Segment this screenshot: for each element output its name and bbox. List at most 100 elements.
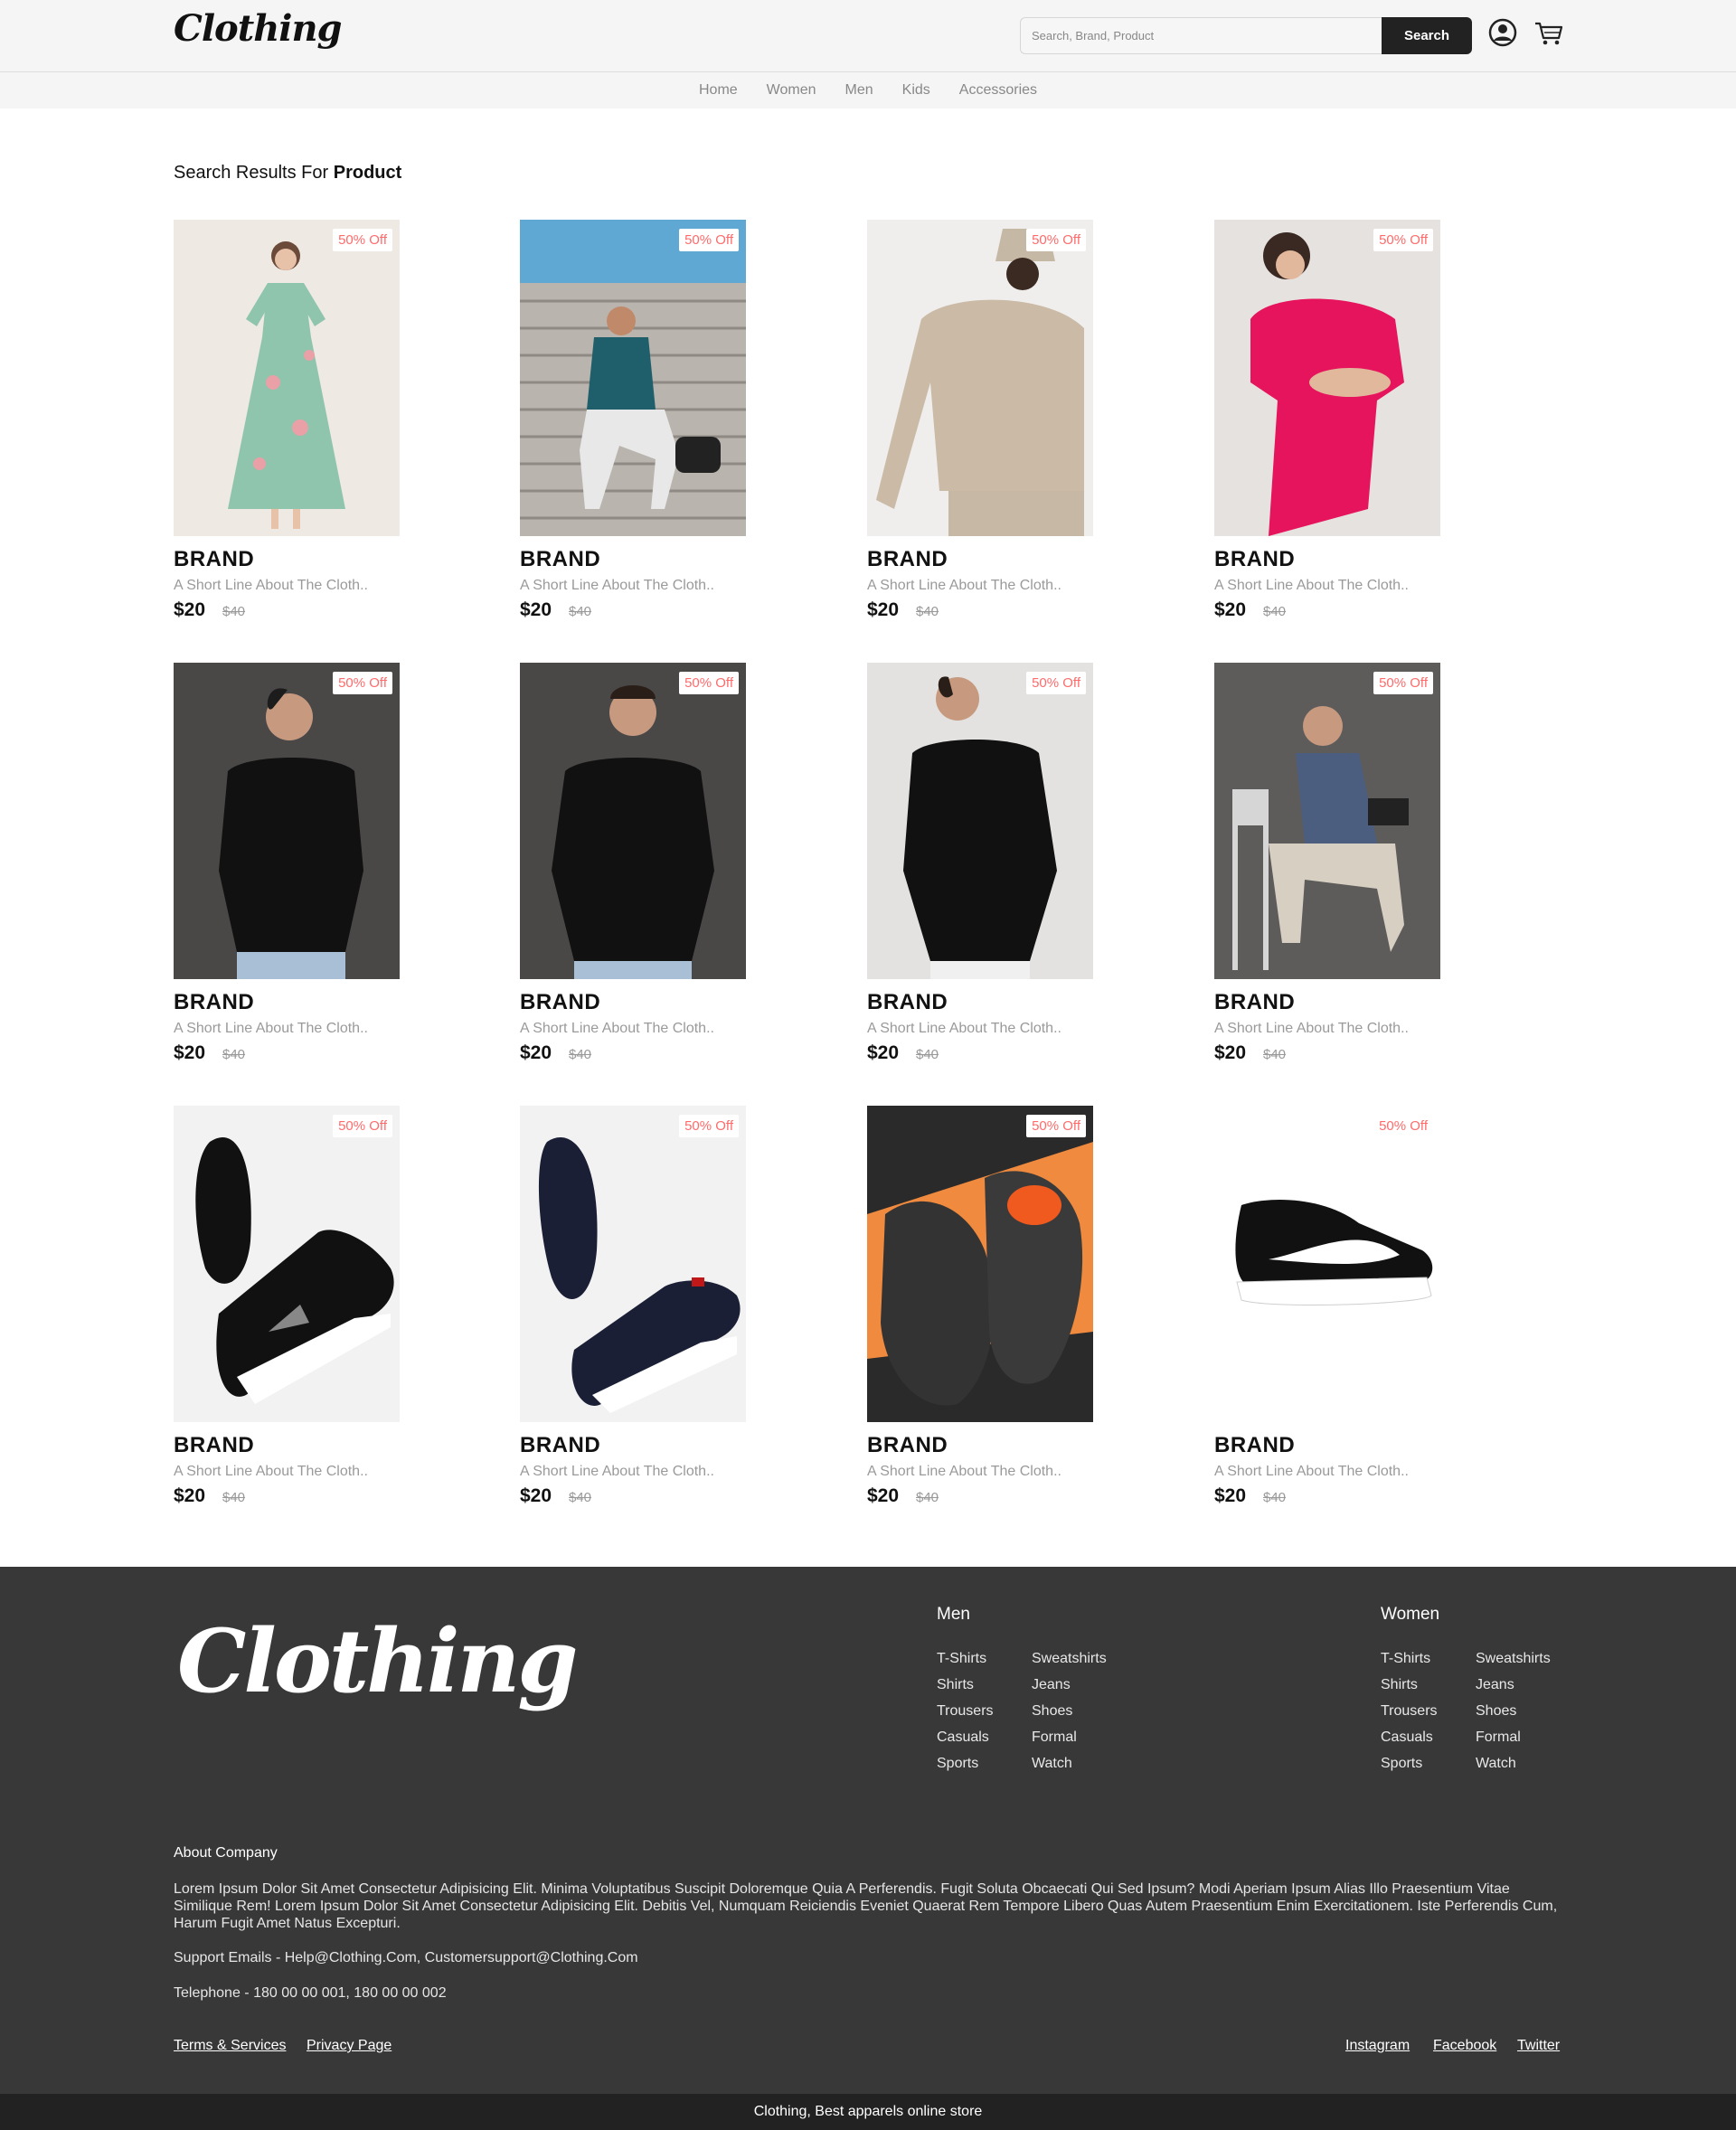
product-card[interactable]: 50% Off BRAND A Short Line About The Clo… [867,663,1093,1063]
site-logo[interactable]: Clothing [174,7,343,50]
product-old-price: $40 [569,604,592,619]
footer-link[interactable]: Shirts [937,1677,994,1703]
product-description: A Short Line About The Cloth.. [1214,1464,1409,1479]
product-old-price: $40 [1263,1490,1287,1505]
product-card[interactable]: 50% Off BRAND A Short Line About The Clo… [867,1106,1093,1506]
discount-badge: 50% Off [333,672,392,694]
footer-link[interactable]: Formal [1032,1729,1107,1756]
footer-link[interactable]: Watch [1032,1756,1107,1782]
product-image[interactable] [1214,220,1440,536]
product-old-price: $40 [916,1490,939,1505]
product-brand[interactable]: BRAND [174,1433,254,1458]
cart-icon[interactable] [1533,20,1564,47]
about-title: About Company [174,1845,278,1861]
footer-link[interactable]: Jeans [1032,1677,1107,1703]
product-old-price: $40 [1263,1047,1287,1062]
search-input[interactable] [1020,17,1382,54]
product-brand[interactable]: BRAND [1214,1433,1295,1458]
footer-women-list-1: T-Shirts Shirts Trousers Casuals Sports [1381,1651,1438,1782]
product-brand[interactable]: BRAND [520,1433,600,1458]
facebook-link[interactable]: Facebook [1433,2038,1496,2054]
product-card[interactable]: 50% Off BRAND A Short Line About The Clo… [1214,663,1440,1063]
discount-badge: 50% Off [1373,229,1433,251]
nav-accessories[interactable]: Accessories [959,82,1037,99]
product-card[interactable]: 50% Off BRAND A Short Line About The Clo… [1214,1106,1440,1506]
footer-link[interactable]: Sports [1381,1756,1438,1782]
nav-women[interactable]: Women [767,82,816,99]
footer-logo[interactable]: Clothing [177,1610,578,1712]
site-header: Clothing Search [0,0,1736,72]
product-brand[interactable]: BRAND [174,547,254,572]
product-image[interactable] [174,663,400,979]
product-card[interactable]: 50% Off BRAND A Short Line About The Clo… [174,220,400,620]
site-footer: Clothing Men T-Shirts Shirts Trousers Ca… [0,1567,1736,2094]
product-price: $20 [867,1042,900,1063]
footer-link[interactable]: Sweatshirts [1032,1651,1107,1677]
terms-link[interactable]: Terms & Services [174,2038,286,2054]
twitter-link[interactable]: Twitter [1517,2038,1560,2054]
nav-men[interactable]: Men [845,82,873,99]
product-brand[interactable]: BRAND [1214,547,1295,572]
product-description: A Short Line About The Cloth.. [867,1021,1061,1036]
instagram-link[interactable]: Instagram [1345,2038,1410,2054]
product-image[interactable] [1214,663,1440,979]
footer-men-title: Men [937,1605,970,1624]
footer-women-list-2: Sweatshirts Jeans Shoes Formal Watch [1476,1651,1551,1782]
footer-link[interactable]: Jeans [1476,1677,1551,1703]
discount-badge: 50% Off [1373,672,1433,694]
footer-link[interactable]: Trousers [937,1703,994,1729]
product-brand[interactable]: BRAND [174,990,254,1015]
user-icon[interactable] [1488,18,1517,47]
product-image[interactable] [520,220,746,536]
footer-link[interactable]: Shoes [1032,1703,1107,1729]
search-button[interactable]: Search [1382,17,1472,54]
nav-kids[interactable]: Kids [902,82,930,99]
product-image[interactable] [174,220,400,536]
product-brand[interactable]: BRAND [867,1433,948,1458]
product-brand[interactable]: BRAND [520,547,600,572]
footer-link[interactable]: T-Shirts [1381,1651,1438,1677]
product-brand[interactable]: BRAND [1214,990,1295,1015]
footer-link[interactable]: Trousers [1381,1703,1438,1729]
footer-link[interactable]: Sweatshirts [1476,1651,1551,1677]
product-card[interactable]: 50% Off BRAND A Short Line About The Clo… [520,663,746,1063]
discount-badge: 50% Off [1026,1115,1086,1137]
support-emails: Support Emails - Help@Clothing.Com, Cust… [174,1950,638,1965]
product-brand[interactable]: BRAND [867,990,948,1015]
product-price: $20 [867,599,900,620]
product-card[interactable]: 50% Off BRAND A Short Line About The Clo… [1214,220,1440,620]
product-image[interactable] [867,1106,1093,1422]
footer-link[interactable]: Sports [937,1756,994,1782]
product-image[interactable] [867,220,1093,536]
footer-link[interactable]: Shirts [1381,1677,1438,1703]
footer-link[interactable]: Shoes [1476,1703,1551,1729]
product-description: A Short Line About The Cloth.. [520,1464,714,1479]
product-card[interactable]: 50% Off BRAND A Short Line About The Clo… [520,1106,746,1506]
product-brand[interactable]: BRAND [867,547,948,572]
privacy-link[interactable]: Privacy Page [307,2038,392,2054]
product-image[interactable] [520,1106,746,1422]
results-prefix: Search Results For [174,163,329,183]
product-old-price: $40 [222,604,246,619]
product-image[interactable] [867,663,1093,979]
footer-link[interactable]: T-Shirts [937,1651,994,1677]
product-old-price: $40 [222,1047,246,1062]
product-old-price: $40 [916,1047,939,1062]
product-card[interactable]: 50% Off BRAND A Short Line About The Clo… [520,220,746,620]
nav-home[interactable]: Home [699,82,738,99]
product-brand[interactable]: BRAND [520,990,600,1015]
product-description: A Short Line About The Cloth.. [867,1464,1061,1479]
product-price: $20 [1214,599,1247,620]
product-image[interactable] [1214,1106,1440,1422]
product-card[interactable]: 50% Off BRAND A Short Line About The Clo… [174,663,400,1063]
product-image[interactable] [520,663,746,979]
product-description: A Short Line About The Cloth.. [1214,1021,1409,1036]
footer-link[interactable]: Formal [1476,1729,1551,1756]
product-image[interactable] [174,1106,400,1422]
product-old-price: $40 [1263,604,1287,619]
footer-link[interactable]: Casuals [1381,1729,1438,1756]
product-card[interactable]: 50% Off BRAND A Short Line About The Clo… [174,1106,400,1506]
product-card[interactable]: 50% Off BRAND A Short Line About The Clo… [867,220,1093,620]
footer-link[interactable]: Watch [1476,1756,1551,1782]
footer-link[interactable]: Casuals [937,1729,994,1756]
